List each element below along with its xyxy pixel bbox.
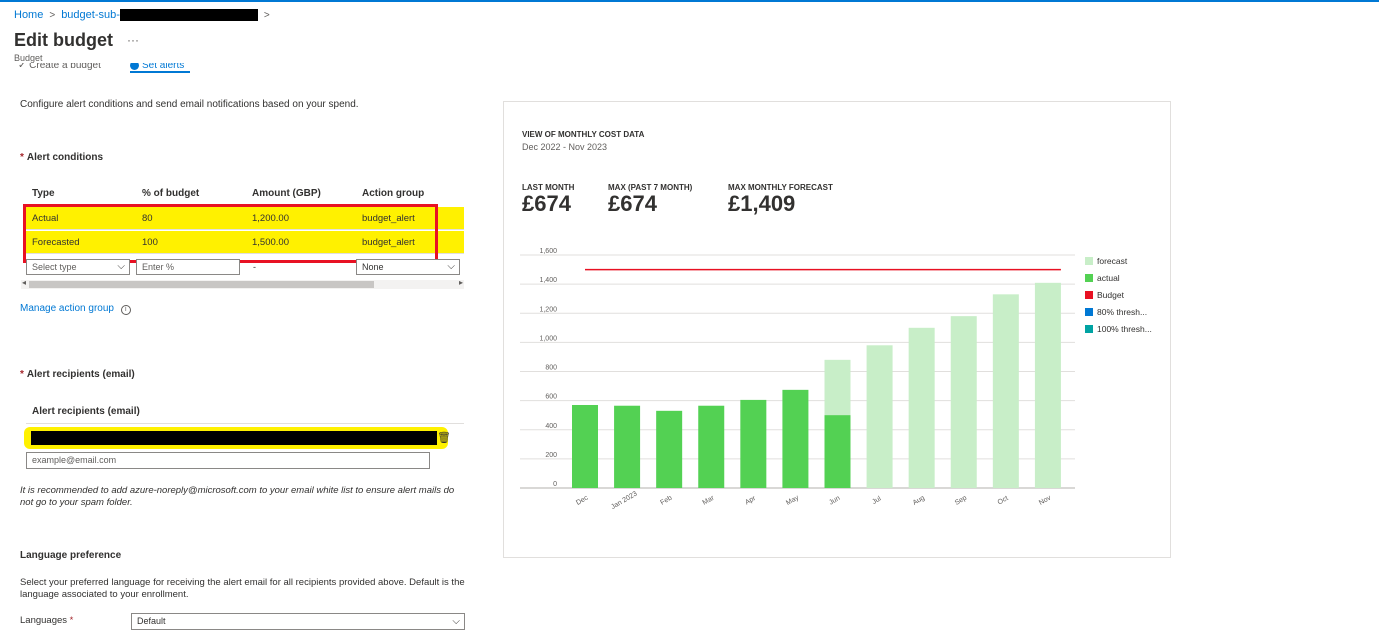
forecast-bar — [992, 294, 1019, 488]
x-tick-label: May — [785, 494, 800, 507]
y-tick-label: 400 — [545, 423, 557, 430]
y-tick-label: 600 — [545, 394, 557, 401]
legend-100-thresh[interactable]: 100% thresh... — [1085, 324, 1152, 334]
actual-bar — [614, 405, 641, 488]
actual-bar — [698, 405, 725, 488]
y-tick-label: 200 — [545, 452, 557, 459]
forecast-bar — [908, 327, 935, 488]
x-tick-label: Aug — [912, 495, 926, 507]
x-tick-label: Dec — [575, 494, 590, 507]
y-tick-label: 1,400 — [539, 277, 557, 284]
x-tick-label: Jun — [828, 495, 841, 507]
forecast-bar — [950, 316, 977, 488]
actual-bar — [572, 404, 598, 488]
y-tick-label: 0 — [553, 481, 557, 488]
legend-80-thresh[interactable]: 80% thresh... — [1085, 307, 1147, 317]
forecast-bar — [1034, 282, 1061, 488]
x-tick-label: Mar — [702, 494, 717, 506]
actual-bar — [782, 389, 809, 488]
legend-forecast[interactable]: forecast — [1085, 256, 1127, 266]
legend-actual[interactable]: actual — [1085, 273, 1120, 283]
x-tick-label: Oct — [997, 495, 1010, 507]
x-tick-label: Jan 2023 — [610, 490, 639, 511]
actual-bar — [740, 399, 767, 488]
legend-swatch — [1085, 274, 1093, 282]
x-tick-label: Jul — [871, 495, 883, 506]
y-tick-label: 1,600 — [539, 248, 557, 255]
forecast-bar — [866, 345, 893, 488]
x-tick-label: Apr — [744, 495, 758, 507]
y-tick-label: 1,200 — [539, 306, 557, 313]
legend-swatch — [1085, 308, 1093, 316]
legend-swatch — [1085, 257, 1093, 265]
x-tick-label: Nov — [1038, 494, 1053, 507]
y-tick-label: 800 — [545, 365, 557, 372]
actual-bar — [656, 410, 683, 488]
actual-bar — [824, 415, 851, 488]
legend-budget[interactable]: Budget — [1085, 290, 1124, 300]
legend-swatch — [1085, 291, 1093, 299]
monthly-cost-chart: 0 200 400 600 800 1,000 1,200 1,400 1,600 Dec Jan … — [520, 248, 1075, 511]
x-tick-label: Feb — [659, 495, 673, 507]
legend-swatch — [1085, 325, 1093, 333]
y-tick-label: 1,000 — [539, 335, 557, 342]
x-tick-label: Sep — [954, 495, 968, 507]
